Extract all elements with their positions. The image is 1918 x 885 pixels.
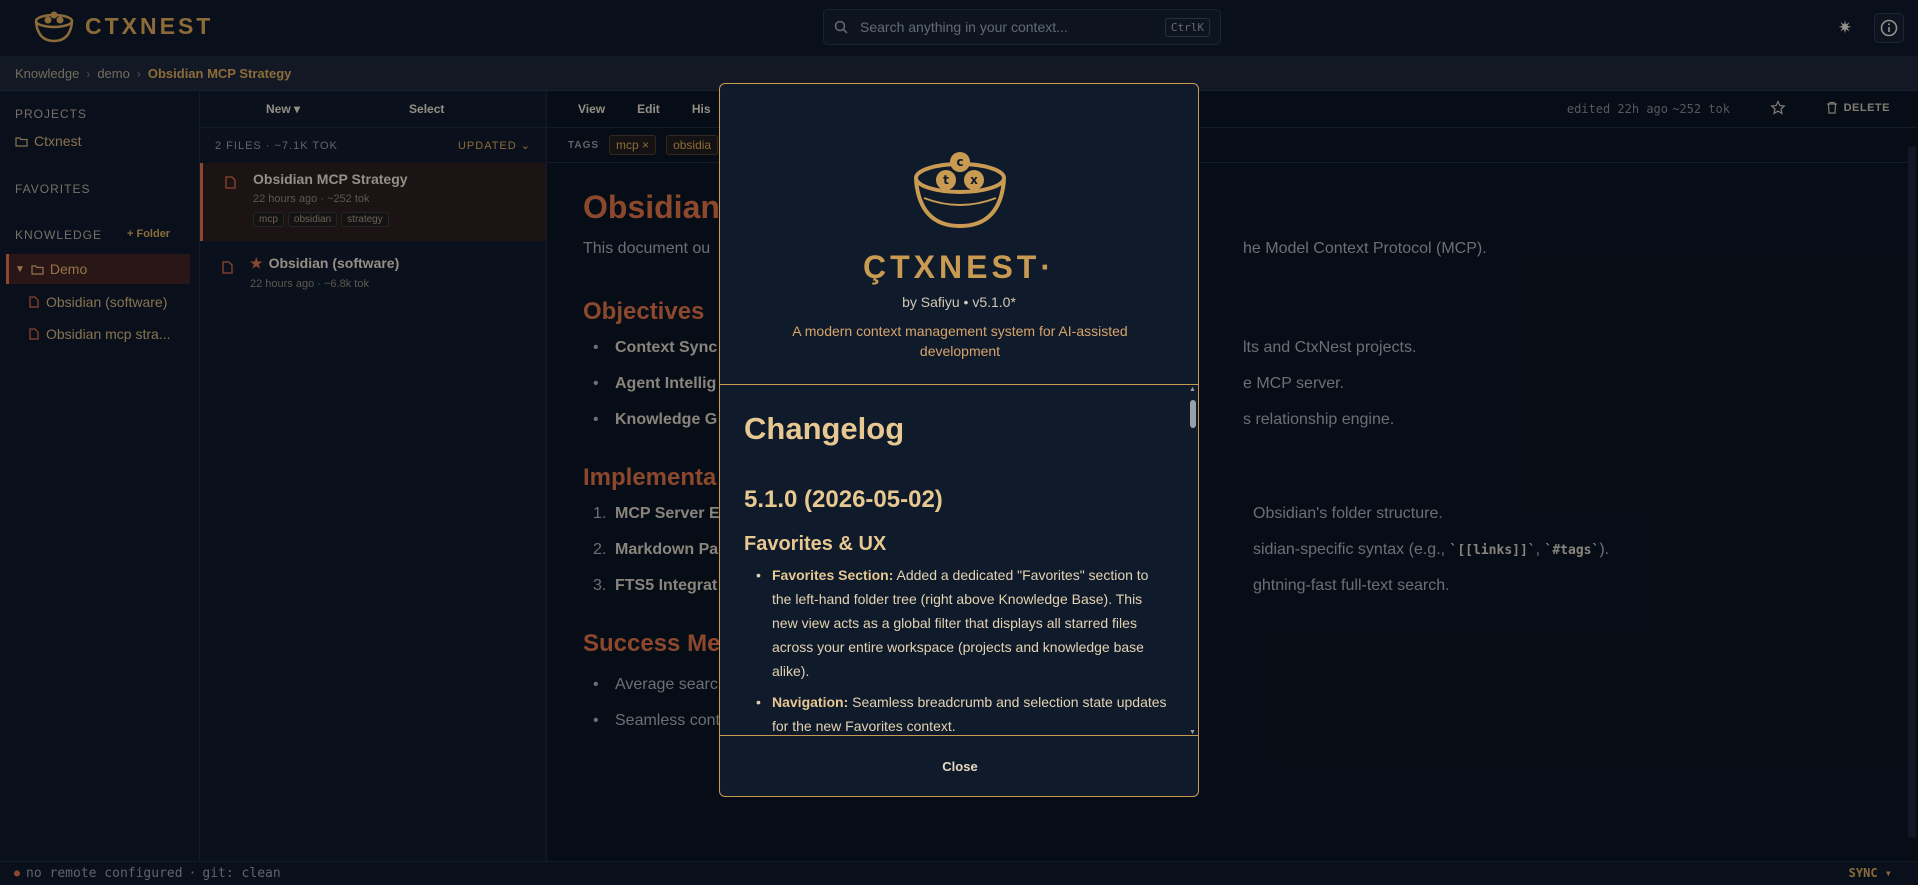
scrollbar-thumb[interactable] [1190, 400, 1196, 428]
changelog-title: Changelog [744, 411, 905, 446]
changelog-item: • Favorites Section: Added a dedicated "F… [756, 567, 1149, 679]
changelog-scrollbar[interactable]: ▲ ▼ [1189, 386, 1197, 736]
changelog-content[interactable]: Changelog 5.1.0 (2026-05-02) Favorites &… [720, 386, 1198, 736]
modal-brand: ÇTXNEST· [863, 249, 1055, 285]
changelog-version: 5.1.0 (2026-05-02) [744, 486, 943, 513]
close-button[interactable]: Close [936, 758, 983, 775]
scroll-up-icon[interactable]: ▲ [1189, 386, 1196, 393]
svg-text:c: c [956, 155, 963, 169]
modal-version: by Safiyu • v5.1.0* [902, 294, 1016, 310]
changelog-item: • Navigation: Seamless breadcrumb and sel… [756, 694, 1167, 734]
svg-text:t: t [943, 173, 949, 187]
about-modal: c t x ÇTXNEST· by Safiyu • v5.1.0* A mod… [719, 83, 1199, 797]
bowl-logo-icon: c t x [914, 152, 1006, 229]
changelog-section: Favorites & UX [744, 533, 887, 555]
modal-tagline: A modern context management system for A… [792, 323, 1128, 359]
svg-text:x: x [970, 173, 978, 187]
